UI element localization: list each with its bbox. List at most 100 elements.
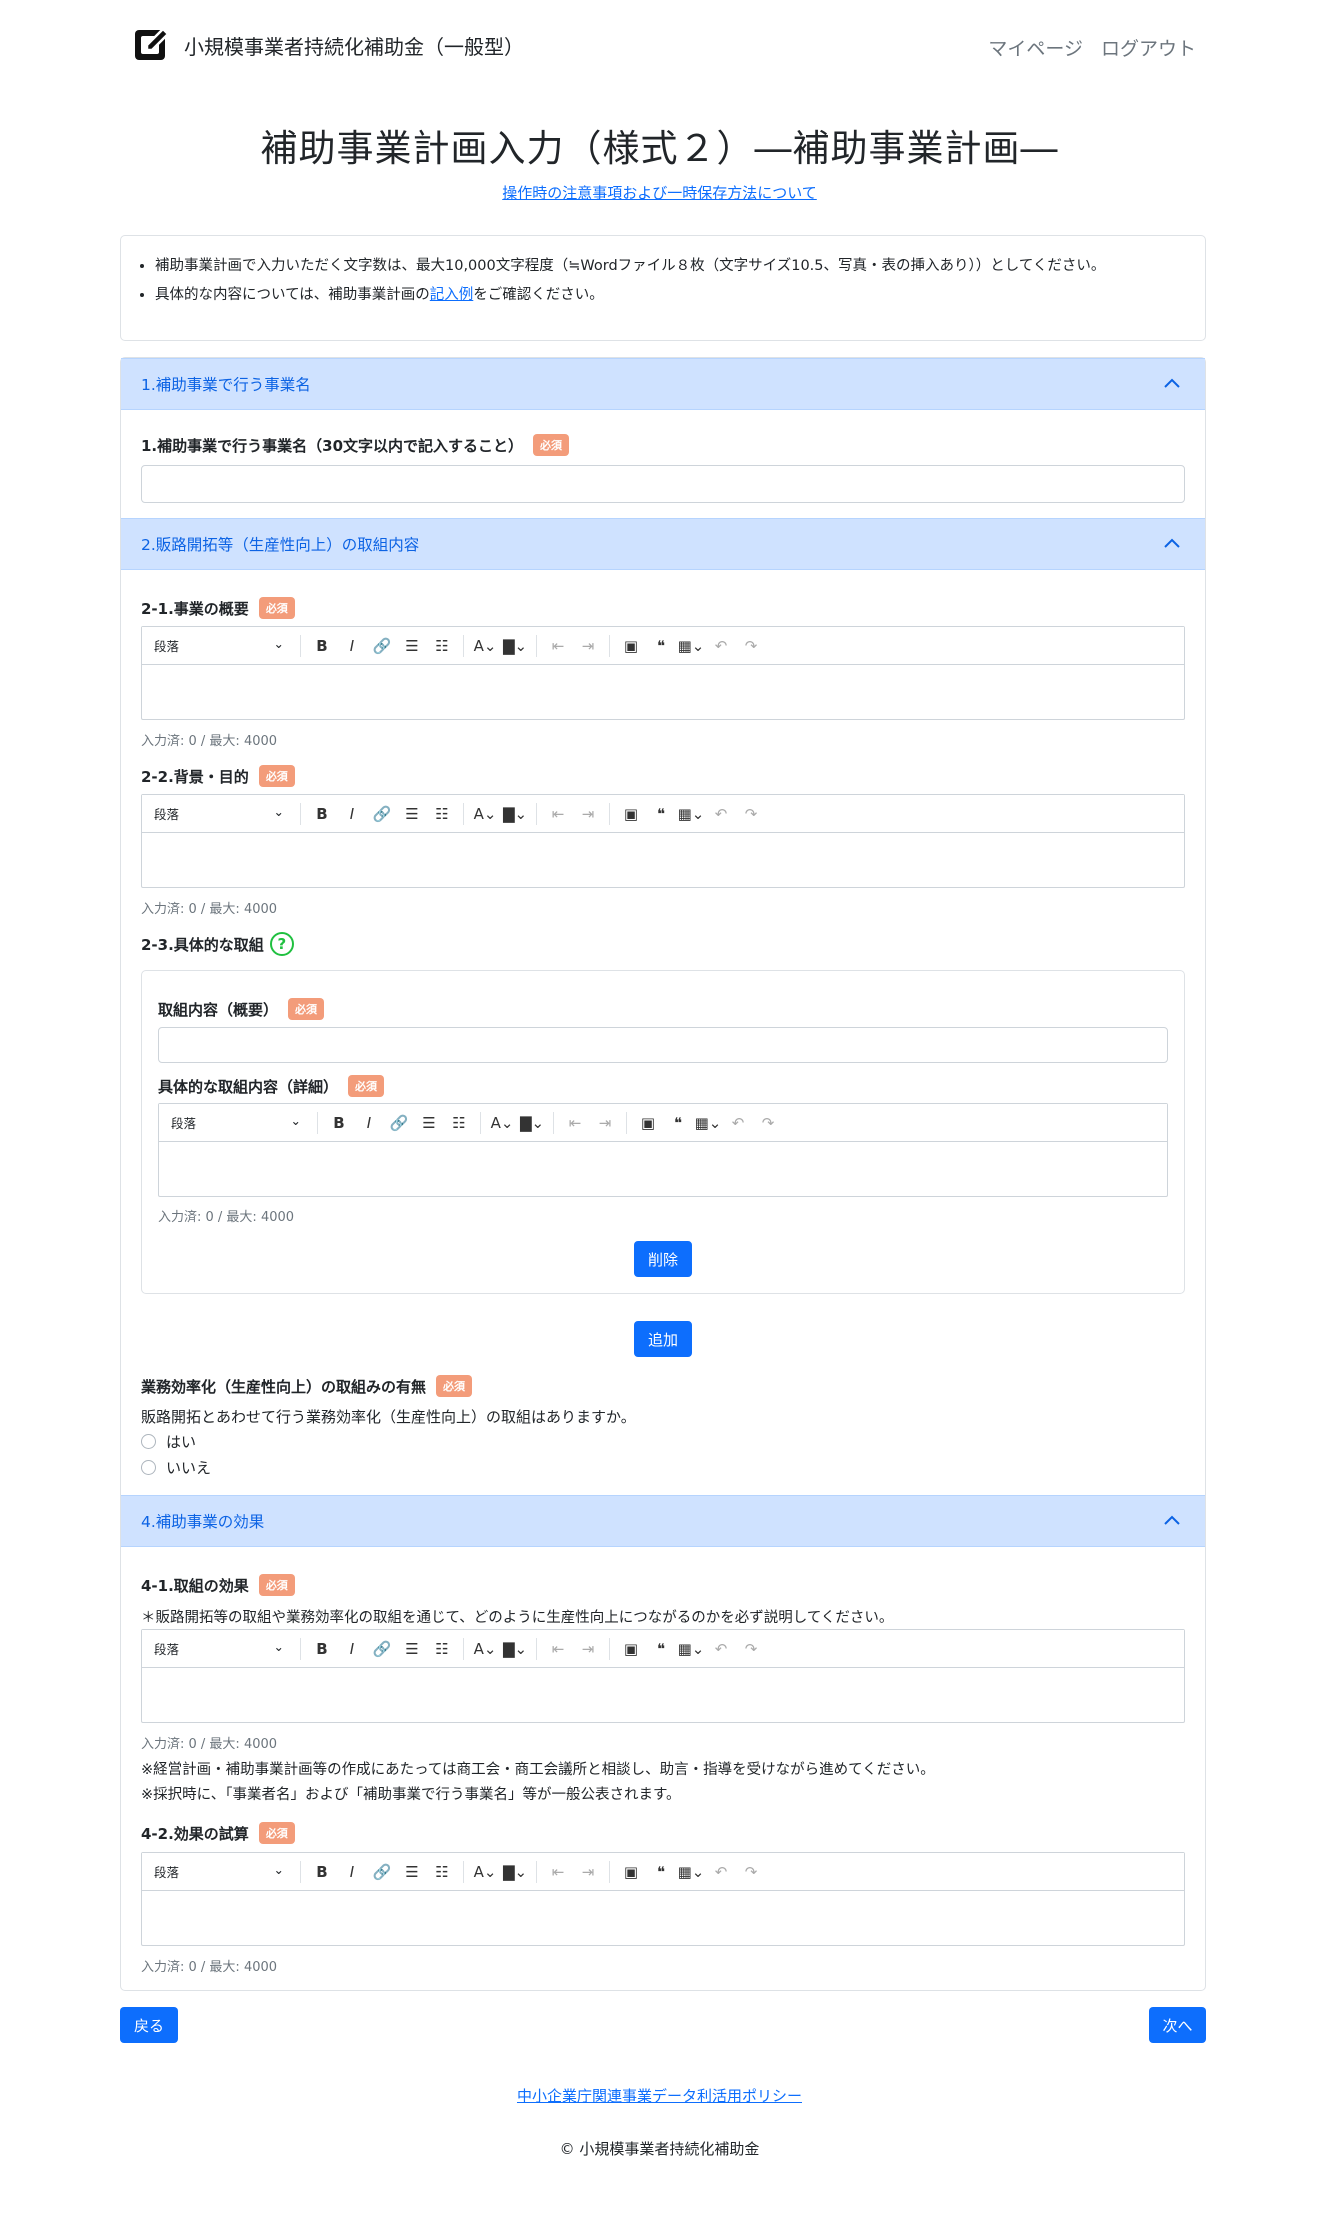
- redo-icon[interactable]: ↷: [736, 805, 766, 823]
- italic-icon[interactable]: I: [337, 1640, 367, 1658]
- effect-editor[interactable]: 段落 ⌄ B I 🔗 ☰ ☷ A⌄ ▇⌄ ⇤ ⇥ ▣ ❝ ▦⌄ ↶ ↷: [141, 1629, 1185, 1723]
- font-color-icon[interactable]: A⌄: [470, 1863, 500, 1881]
- link-icon[interactable]: 🔗: [367, 805, 397, 823]
- highlight-icon[interactable]: ▇⌄: [500, 805, 530, 823]
- redo-icon[interactable]: ↷: [736, 637, 766, 655]
- activity-detail-editor[interactable]: 段落 ⌄ B I 🔗 ☰ ☷ A⌄ ▇⌄ ⇤ ⇥ ▣ ❝ ▦⌄ ↶ ↷: [158, 1103, 1168, 1197]
- delete-button[interactable]: 削除: [634, 1241, 692, 1277]
- quote-icon[interactable]: ❝: [646, 805, 676, 823]
- quote-icon[interactable]: ❝: [646, 1640, 676, 1658]
- bulleted-list-icon[interactable]: ☰: [397, 637, 427, 655]
- bulleted-list-icon[interactable]: ☰: [397, 805, 427, 823]
- redo-icon[interactable]: ↷: [736, 1640, 766, 1658]
- bold-icon[interactable]: B: [307, 1863, 337, 1881]
- numbered-list-icon[interactable]: ☷: [427, 637, 457, 655]
- radio-no[interactable]: いいえ: [141, 1457, 211, 1478]
- bold-icon[interactable]: B: [307, 1640, 337, 1658]
- undo-icon[interactable]: ↶: [706, 1863, 736, 1881]
- indent-icon[interactable]: ⇥: [573, 1863, 603, 1881]
- outdent-icon[interactable]: ⇤: [560, 1114, 590, 1132]
- bold-icon[interactable]: B: [307, 805, 337, 823]
- indent-icon[interactable]: ⇥: [573, 1640, 603, 1658]
- link-icon[interactable]: 🔗: [367, 637, 397, 655]
- section2-header[interactable]: 2.販路開拓等（生産性向上）の取組内容: [121, 518, 1205, 570]
- highlight-icon[interactable]: ▇⌄: [517, 1114, 547, 1132]
- add-button[interactable]: 追加: [634, 1321, 692, 1357]
- quote-icon[interactable]: ❝: [663, 1114, 693, 1132]
- italic-icon[interactable]: I: [337, 1863, 367, 1881]
- indent-icon[interactable]: ⇥: [590, 1114, 620, 1132]
- italic-icon[interactable]: I: [337, 637, 367, 655]
- outdent-icon[interactable]: ⇤: [543, 1640, 573, 1658]
- highlight-icon[interactable]: ▇⌄: [500, 1863, 530, 1881]
- link-icon[interactable]: 🔗: [367, 1863, 397, 1881]
- bulleted-list-icon[interactable]: ☰: [414, 1114, 444, 1132]
- background-editor[interactable]: 段落 ⌄ B I 🔗 ☰ ☷ A⌄ ▇⌄ ⇤ ⇥ ▣ ❝ ▦⌄ ↶ ↷: [141, 794, 1185, 888]
- paragraph-select[interactable]: 段落 ⌄: [154, 1639, 294, 1658]
- outdent-icon[interactable]: ⇤: [543, 1863, 573, 1881]
- image-icon[interactable]: ▣: [633, 1114, 663, 1132]
- section1-header[interactable]: 1.補助事業で行う事業名: [121, 358, 1205, 410]
- undo-icon[interactable]: ↶: [723, 1114, 753, 1132]
- link-icon[interactable]: 🔗: [384, 1114, 414, 1132]
- undo-icon[interactable]: ↶: [706, 805, 736, 823]
- redo-icon[interactable]: ↷: [736, 1863, 766, 1881]
- numbered-list-icon[interactable]: ☷: [427, 805, 457, 823]
- link-icon[interactable]: 🔗: [367, 1640, 397, 1658]
- font-color-icon[interactable]: A⌄: [487, 1114, 517, 1132]
- overview-editor[interactable]: 段落 ⌄ B I 🔗 ☰ ☷ A⌄ ▇⌄ ⇤ ⇥ ▣ ❝ ▦⌄ ↶ ↷: [141, 626, 1185, 720]
- table-icon[interactable]: ▦⌄: [676, 1863, 706, 1881]
- editor-toolbar: 段落 ⌄ B I 🔗 ☰ ☷ A⌄ ▇⌄ ⇤ ⇥ ▣ ❝ ▦⌄ ↶ ↷: [142, 795, 1184, 833]
- project-name-input[interactable]: [141, 465, 1185, 503]
- required-badge: 必須: [348, 1075, 385, 1097]
- numbered-list-icon[interactable]: ☷: [444, 1114, 474, 1132]
- table-icon[interactable]: ▦⌄: [676, 805, 706, 823]
- italic-icon[interactable]: I: [337, 805, 367, 823]
- table-icon[interactable]: ▦⌄: [676, 1640, 706, 1658]
- paragraph-select[interactable]: 段落 ⌄: [171, 1113, 311, 1132]
- outdent-icon[interactable]: ⇤: [543, 637, 573, 655]
- quote-icon[interactable]: ❝: [646, 637, 676, 655]
- help-icon[interactable]: ?: [269, 932, 294, 956]
- undo-icon[interactable]: ↶: [706, 637, 736, 655]
- image-icon[interactable]: ▣: [616, 805, 646, 823]
- notice-link[interactable]: 操作時の注意事項および一時保存方法について: [502, 184, 817, 202]
- effect-estimate-editor[interactable]: 段落 ⌄ B I 🔗 ☰ ☷ A⌄ ▇⌄ ⇤ ⇥ ▣ ❝ ▦⌄ ↶ ↷: [141, 1852, 1185, 1946]
- numbered-list-icon[interactable]: ☷: [427, 1640, 457, 1658]
- font-color-icon[interactable]: A⌄: [470, 805, 500, 823]
- highlight-icon[interactable]: ▇⌄: [500, 1640, 530, 1658]
- image-icon[interactable]: ▣: [616, 1640, 646, 1658]
- example-link[interactable]: 記入例: [430, 287, 474, 303]
- redo-icon[interactable]: ↷: [753, 1114, 783, 1132]
- image-icon[interactable]: ▣: [616, 637, 646, 655]
- activity-overview-input[interactable]: [158, 1027, 1168, 1063]
- table-icon[interactable]: ▦⌄: [676, 637, 706, 655]
- next-button[interactable]: 次へ: [1149, 2007, 1206, 2043]
- undo-icon[interactable]: ↶: [706, 1640, 736, 1658]
- indent-icon[interactable]: ⇥: [573, 805, 603, 823]
- bulleted-list-icon[interactable]: ☰: [397, 1640, 427, 1658]
- quote-icon[interactable]: ❝: [646, 1863, 676, 1881]
- bulleted-list-icon[interactable]: ☰: [397, 1863, 427, 1881]
- bold-icon[interactable]: B: [324, 1114, 354, 1132]
- indent-icon[interactable]: ⇥: [573, 637, 603, 655]
- font-color-icon[interactable]: A⌄: [470, 637, 500, 655]
- table-icon[interactable]: ▦⌄: [693, 1114, 723, 1132]
- back-button[interactable]: 戻る: [120, 2007, 178, 2043]
- image-icon[interactable]: ▣: [616, 1863, 646, 1881]
- consultation-note: ※経営計画・補助事業計画等の作成にあたっては商工会・商工会議所と相談し、助言・指…: [141, 1762, 935, 1778]
- section4-header[interactable]: 4.補助事業の効果: [121, 1495, 1205, 1547]
- radio-yes[interactable]: はい: [141, 1431, 196, 1452]
- data-policy-link[interactable]: 中小企業庁関連事業データ利活用ポリシー: [517, 2087, 802, 2105]
- paragraph-select[interactable]: 段落 ⌄: [154, 1862, 294, 1881]
- highlight-icon[interactable]: ▇⌄: [500, 637, 530, 655]
- numbered-list-icon[interactable]: ☷: [427, 1863, 457, 1881]
- mypage-link[interactable]: マイページ: [988, 34, 1083, 61]
- paragraph-select[interactable]: 段落 ⌄: [154, 636, 294, 655]
- paragraph-select[interactable]: 段落 ⌄: [154, 804, 294, 823]
- logout-link[interactable]: ログアウト: [1101, 34, 1196, 61]
- bold-icon[interactable]: B: [307, 637, 337, 655]
- font-color-icon[interactable]: A⌄: [470, 1640, 500, 1658]
- outdent-icon[interactable]: ⇤: [543, 805, 573, 823]
- italic-icon[interactable]: I: [354, 1114, 384, 1132]
